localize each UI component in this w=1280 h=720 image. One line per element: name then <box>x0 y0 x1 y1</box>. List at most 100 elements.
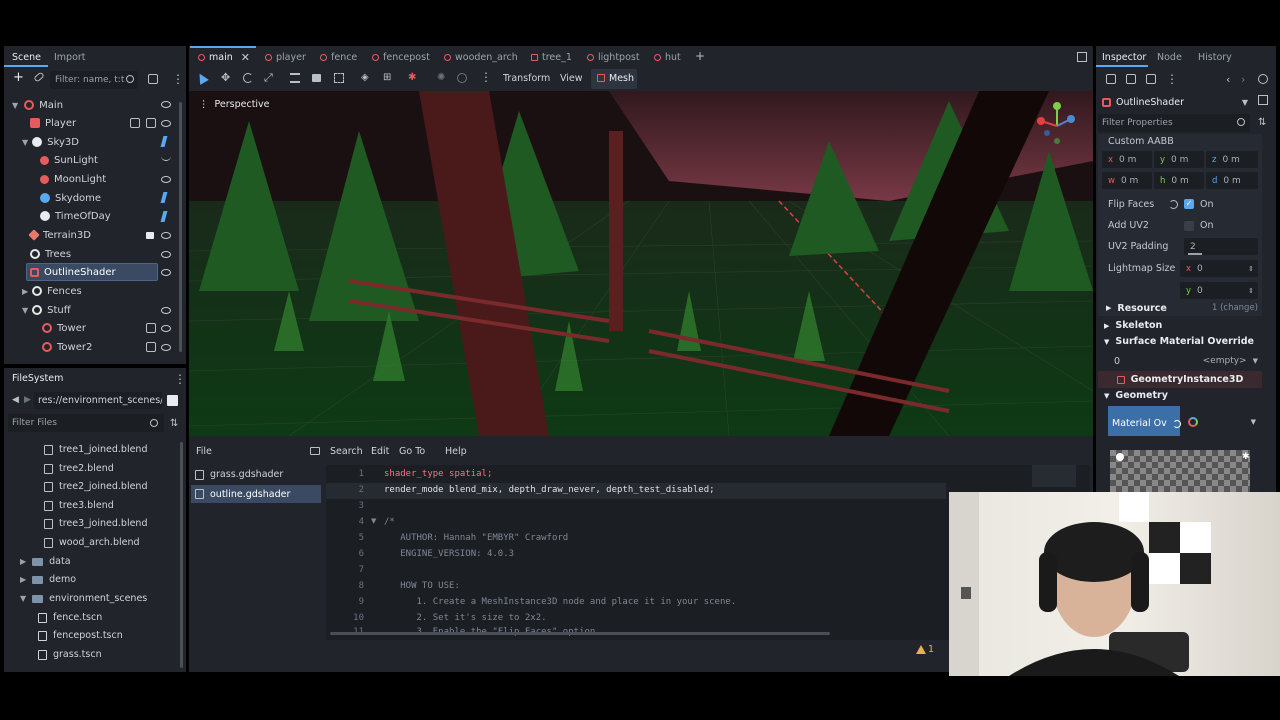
warning-icon[interactable] <box>916 645 926 654</box>
open-scene-icon[interactable] <box>146 342 156 352</box>
tree-item-main[interactable]: ▼ Main <box>12 97 63 113</box>
menu-dots-icon[interactable]: ⋮ <box>1166 72 1178 86</box>
scene-file-item[interactable]: fence.tscn <box>38 612 102 623</box>
tree-item-skydome[interactable]: Skydome <box>40 190 101 206</box>
tree-item-trees[interactable]: Trees <box>30 246 71 262</box>
uv2-padding-slider[interactable] <box>1188 253 1202 255</box>
rotate-tool-icon[interactable] <box>243 73 253 83</box>
resource-section[interactable]: ▶ Resource 1 (change) <box>1098 300 1262 316</box>
file-item[interactable]: tree2_joined.blend <box>44 481 147 492</box>
file-item[interactable]: tree3.blend <box>44 500 114 511</box>
folder-item[interactable]: ▼ environment_scenes <box>20 593 147 604</box>
scene-tab-hut[interactable]: hut <box>654 50 681 64</box>
fold-arrow-icon[interactable]: ▼ <box>371 517 376 525</box>
tree-item-timeofday[interactable]: TimeOfDay <box>40 208 111 224</box>
scrollbar[interactable] <box>179 102 182 352</box>
split-view-icon[interactable] <box>167 395 178 406</box>
visibility-eye-icon[interactable] <box>161 344 171 351</box>
chevron-right-icon[interactable]: ▶ <box>20 575 26 584</box>
back-arrow-icon[interactable]: ◀ <box>12 395 19 405</box>
property-filter-icon[interactable]: ⇅ <box>1258 117 1266 128</box>
aabb-d-field[interactable]: d 0 m <box>1206 172 1258 189</box>
scene-file-item[interactable]: grass.tscn <box>38 649 102 660</box>
surface-material-section[interactable]: ▼ Surface Material Override <box>1098 336 1254 347</box>
preview-light-icon[interactable]: ✱ <box>1242 452 1250 462</box>
select-tool-icon[interactable] <box>195 71 209 85</box>
scene-file-item[interactable]: fencepost.tscn <box>38 630 123 641</box>
tree-item-player[interactable]: Player <box>30 115 76 131</box>
tree-item-sky3d[interactable]: ▼ Sky3D <box>22 134 79 150</box>
add-tab-icon[interactable]: + <box>695 49 705 63</box>
scene-tab-main[interactable]: main ✕ <box>198 50 250 64</box>
scene-filter-input[interactable]: Filter: name, t:t <box>50 71 138 89</box>
chevron-right-icon[interactable]: ▶ <box>22 287 28 296</box>
new-resource-icon[interactable] <box>1106 74 1116 84</box>
open-scene-icon[interactable] <box>146 323 156 333</box>
file-item[interactable]: tree2.blend <box>44 463 114 474</box>
skeleton-section[interactable]: ▶ Skeleton <box>1098 320 1162 331</box>
chevron-down-icon[interactable]: ▼ <box>20 594 26 603</box>
visibility-eye-icon[interactable] <box>161 120 171 127</box>
history-back-icon[interactable]: ‹ <box>1226 73 1230 86</box>
visibility-eye-icon[interactable] <box>161 176 171 183</box>
scene-tab-tree-1[interactable]: tree_1 <box>531 50 572 64</box>
tree-item-terrain3d[interactable]: Terrain3D <box>28 227 91 243</box>
snap-icon[interactable]: ⊞ <box>383 72 391 83</box>
tab-node[interactable]: Node <box>1157 50 1182 64</box>
folder-item[interactable]: ▶ demo <box>20 574 76 585</box>
sort-icon[interactable]: ⇅ <box>170 418 178 429</box>
history-forward-icon[interactable]: › <box>1241 73 1245 86</box>
toggle-scripts-icon[interactable] <box>310 447 320 455</box>
object-history-icon[interactable] <box>1258 74 1268 84</box>
tree-item-tower2[interactable]: Tower2 <box>42 339 92 355</box>
search-menu[interactable]: Search <box>330 446 363 457</box>
group-icon[interactable] <box>334 73 344 83</box>
visibility-eye-icon[interactable] <box>161 101 171 108</box>
toggle-globe-icon[interactable] <box>457 73 467 83</box>
chevron-down-icon[interactable]: ▼ <box>22 306 28 315</box>
script-item[interactable]: grass.gdshader <box>195 469 283 480</box>
script-icon[interactable] <box>148 74 158 84</box>
horizontal-scrollbar[interactable] <box>330 632 830 635</box>
goto-menu[interactable]: Go To <box>399 446 425 457</box>
toggle-environment-icon[interactable]: ✺ <box>437 72 445 83</box>
revert-icon[interactable] <box>1172 419 1181 428</box>
scene-tab-wooden-arch[interactable]: wooden_arch <box>444 50 518 64</box>
filesystem-path-input[interactable]: res://environment_scenes/ <box>34 392 162 409</box>
object-properties-icon[interactable] <box>1258 95 1268 105</box>
geometry-section[interactable]: ▼ Geometry <box>1098 390 1168 401</box>
material-picker[interactable]: ▼ <box>1184 410 1260 434</box>
script-attached-icon[interactable] <box>160 211 168 222</box>
edit-menu[interactable]: Edit <box>371 446 389 457</box>
chevron-down-icon[interactable]: ▼ <box>12 101 18 110</box>
visibility-eye-icon[interactable] <box>161 232 171 239</box>
chevron-down-icon[interactable]: ▼ <box>22 138 28 147</box>
tree-item-tower[interactable]: Tower <box>42 320 86 336</box>
visibility-eye-icon[interactable] <box>161 325 171 332</box>
perspective-menu[interactable]: ⋮ Perspective <box>199 99 270 110</box>
lock-icon[interactable] <box>146 232 154 239</box>
load-resource-icon[interactable] <box>1126 74 1136 84</box>
tree-item-moonlight[interactable]: MoonLight <box>40 171 106 187</box>
filesystem-menu-icon[interactable]: ⋮ <box>174 372 186 386</box>
revert-icon[interactable] <box>1169 200 1178 209</box>
aabb-h-field[interactable]: h 0 m <box>1154 172 1204 189</box>
tab-import[interactable]: Import <box>54 50 86 64</box>
folder-item[interactable]: ▶ data <box>20 556 71 567</box>
lock-icon[interactable] <box>312 74 321 82</box>
file-menu[interactable]: File <box>196 446 212 457</box>
tree-item-fences[interactable]: ▶ Fences <box>22 283 82 299</box>
transform-menu[interactable]: Transform <box>503 73 550 84</box>
ruler-icon[interactable]: ◈ <box>361 72 369 83</box>
lightmap-y-field[interactable]: y 0 ⇕ <box>1180 282 1258 299</box>
scale-tool-icon[interactable]: ⤢ <box>264 71 273 85</box>
view-menu[interactable]: View <box>560 73 583 84</box>
spin-arrows-icon[interactable]: ⇕ <box>1248 265 1254 273</box>
menu-dots-icon[interactable]: ⋮ <box>172 72 184 86</box>
scene-tab-player[interactable]: player <box>265 50 306 64</box>
tree-item-outlineshader[interactable]: OutlineShader <box>30 264 116 280</box>
visibility-eye-icon[interactable] <box>161 251 171 258</box>
add-node-icon[interactable]: + <box>13 70 24 85</box>
script-attached-icon[interactable] <box>160 136 168 147</box>
file-item[interactable]: tree1_joined.blend <box>44 444 147 455</box>
